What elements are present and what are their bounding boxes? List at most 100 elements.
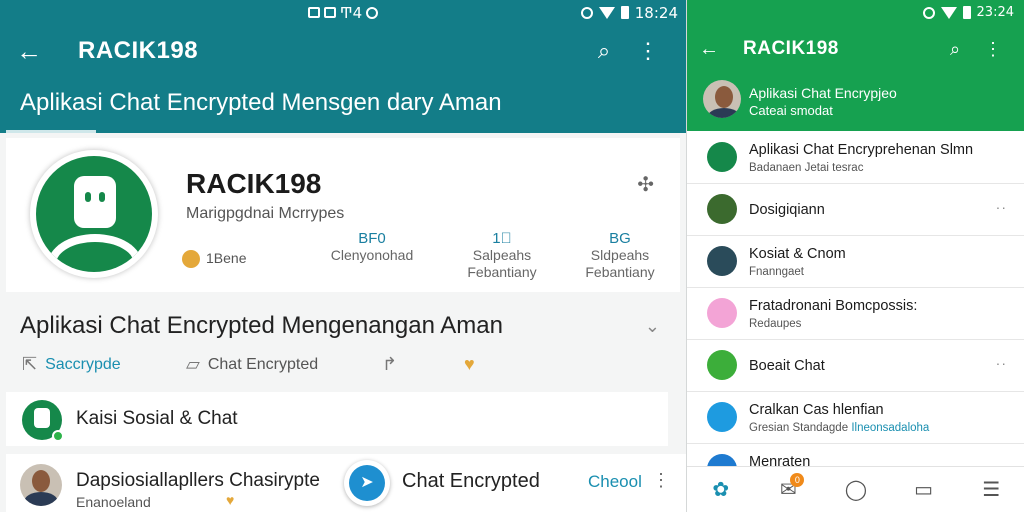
status-left-text: Ͳ4 <box>339 3 363 22</box>
app-title: RACIK198 <box>78 37 199 64</box>
right-screen: 23:24 ← RACIK198 ⌕ ⋮ Aplikasi Chat Encry… <box>686 0 1024 512</box>
app-title-right: RACIK198 <box>743 38 839 59</box>
chat-list-item[interactable]: Dosigiqiann ·· <box>687 184 1024 236</box>
notification-icon <box>307 7 320 18</box>
nav-bookmark-icon[interactable]: ▭ <box>902 477 946 502</box>
search-icon[interactable]: ⌕ <box>936 39 974 60</box>
app-bar: ← RACIK198 ⌕ ⋮ Aplikasi Chat Encrypted M… <box>0 25 686 133</box>
chat-sub-highlight: Ilneonsadaloha <box>851 422 930 434</box>
action-row: ⇱ Saccrypde ▱ Chat Encrypted ↱ ♥ <box>20 352 680 378</box>
heart-small-icon: ♥ <box>226 492 235 508</box>
more-horiz-icon[interactable]: ·· <box>996 355 1007 371</box>
chat-list: Aplikasi Chat Encryprehenan Slmn Badanae… <box>687 132 1024 484</box>
chat-title: Aplikasi Chat Encryprehenan Slmn <box>749 142 974 158</box>
social-chat-row[interactable]: Kaisi Sosial & Chat <box>6 392 668 446</box>
more-vert-icon[interactable]: ⋮ <box>652 470 670 491</box>
alarm-icon <box>922 6 935 19</box>
chat-action[interactable]: ▱ Chat Encrypted <box>186 354 318 375</box>
stat-following-label: Sldpeahs Febantiany <box>585 247 655 280</box>
coin-stat-label: 1Bene <box>206 250 247 266</box>
heart-icon: ♥ <box>464 354 475 374</box>
share-action-label: Saccrypde <box>45 355 121 373</box>
chevron-down-icon[interactable]: ⌄ <box>645 316 660 337</box>
wifi-icon <box>940 6 957 19</box>
stat-following-value: BG <box>609 230 631 247</box>
chat-avatar <box>707 298 737 328</box>
header-title: Aplikasi Chat Encrypjeo <box>749 85 897 101</box>
more-horiz-icon[interactable]: ·· <box>996 199 1007 215</box>
app-avatar <box>22 400 64 442</box>
chat-sub: Fnanngaet <box>749 266 804 278</box>
nav-menu-icon[interactable]: ☰ <box>969 477 1013 502</box>
heart-action[interactable]: ♥ <box>464 354 475 375</box>
chat-sub-text: Gresian Standagde <box>749 422 849 434</box>
conversation-row[interactable]: Dapsiosiallapllers Chasirypte Enanoeland… <box>6 454 686 512</box>
stat-encrypted-label: Clenyonohad <box>330 247 414 263</box>
chat-avatar <box>707 402 737 432</box>
user-avatar <box>20 464 62 506</box>
coin-icon <box>182 250 200 269</box>
app-bar-right: ← RACIK198 ⌕ ⋮ Aplikasi Chat Encrypjeo C… <box>687 25 1024 131</box>
nav-message-icon[interactable]: ◯ <box>834 477 878 502</box>
profile-subtitle: Marigpgdnai Mcrrypes <box>186 205 345 222</box>
nav-badge: 0 <box>790 473 805 487</box>
stat-followers-label: Salpeahs Febantiany <box>467 247 537 280</box>
wifi-icon <box>598 6 615 19</box>
stat-followers: 1⃞ Salpeahs Febantiany <box>462 230 542 281</box>
forward-action[interactable]: ↱ <box>382 354 397 375</box>
more-vert-icon[interactable]: ⋮ <box>974 39 1012 60</box>
chat-title: Fratadronani Bomcpossis: <box>749 298 918 314</box>
stat-following: BG Sldpeahs Febantiany <box>580 230 660 281</box>
chat-list-item[interactable]: Aplikasi Chat Encryprehenan Slmn Badanae… <box>687 132 1024 184</box>
stat-encrypted-value: BF0 <box>358 230 386 247</box>
status-bar: Ͳ4 18:24 <box>0 0 686 25</box>
chat-action-label: Chat Encrypted <box>207 355 319 373</box>
status-time: 18:24 <box>634 3 678 22</box>
chat-avatar <box>707 194 737 224</box>
chat-avatar <box>707 246 737 276</box>
more-vert-icon[interactable]: ⋮ <box>626 38 670 64</box>
app-subtitle: Aplikasi Chat Encrypted Mensgen dary Ama… <box>20 89 502 116</box>
share-action[interactable]: ⇱ Saccrypde <box>22 354 121 375</box>
search-icon[interactable]: ⌕ <box>582 38 626 64</box>
share-icon: ⇱ <box>22 354 38 374</box>
chat-sub: Badanaen Jetai tesrac <box>749 162 864 174</box>
stat-encrypted: BF0 Clenyonohad <box>324 230 420 264</box>
conversation-name: Dapsiosiallapllers Chasirypte <box>76 470 320 491</box>
bottom-nav: ✿ ✉ 0 ◯ ▭ ☰ <box>687 466 1024 512</box>
social-chat-label: Kaisi Sosial & Chat <box>76 408 238 429</box>
nav-home-icon[interactable]: ✿ <box>699 477 743 502</box>
user-avatar <box>703 80 741 118</box>
left-screen: Ͳ4 18:24 ← RACIK198 ⌕ ⋮ Aplikasi Chat En… <box>0 0 686 512</box>
settings-icon[interactable]: ✣ <box>637 172 654 197</box>
tab-indicator <box>6 130 96 133</box>
chat-avatar <box>707 142 737 172</box>
send-fab[interactable]: ➤ <box>344 460 390 506</box>
notification-dot-icon <box>366 6 379 19</box>
status-right: 18:24 <box>580 3 678 22</box>
check-link[interactable]: Cheool <box>588 472 642 492</box>
description-title: Aplikasi Chat Encrypted Mengenangan Aman <box>20 312 503 339</box>
chat-title: Dosigiqiann <box>749 202 825 218</box>
back-arrow-icon[interactable]: ← <box>699 38 735 61</box>
nav-chat-icon[interactable]: ✉ 0 <box>766 473 810 502</box>
chat-list-item[interactable]: Kosiat & Cnom Fnanngaet <box>687 236 1024 288</box>
send-icon: ➤ <box>349 465 385 501</box>
chat-encrypted-label: Chat Encrypted <box>402 470 540 492</box>
profile-avatar[interactable] <box>30 150 158 278</box>
chat-list-item[interactable]: Boeait Chat ·· <box>687 340 1024 392</box>
profile-card: RACIK198 Marigpgdnai Mcrrypes ✣ 1Bene BF… <box>6 138 680 292</box>
chat-list-item[interactable]: Fratadronani Bomcpossis: Redaupes <box>687 288 1024 340</box>
status-bar-right: 23:24 <box>687 0 1024 25</box>
chat-avatar <box>707 350 737 380</box>
chat-title: Cralkan Cas hlenfian <box>749 402 884 418</box>
chat-sub: Redaupes <box>749 318 802 330</box>
message-icon <box>323 7 336 18</box>
stat-followers-value: 1⃞ <box>492 230 512 247</box>
chat-list-item[interactable]: Cralkan Cas hlenfian Gresian Standagde I… <box>687 392 1024 444</box>
coin-stat: 1Bene <box>182 250 247 269</box>
back-arrow-icon[interactable]: ← <box>16 36 66 67</box>
chat-title: Boeait Chat <box>749 358 825 374</box>
conversation-sub: Enanoeland <box>76 494 151 510</box>
chat-title: Kosiat & Cnom <box>749 246 846 262</box>
